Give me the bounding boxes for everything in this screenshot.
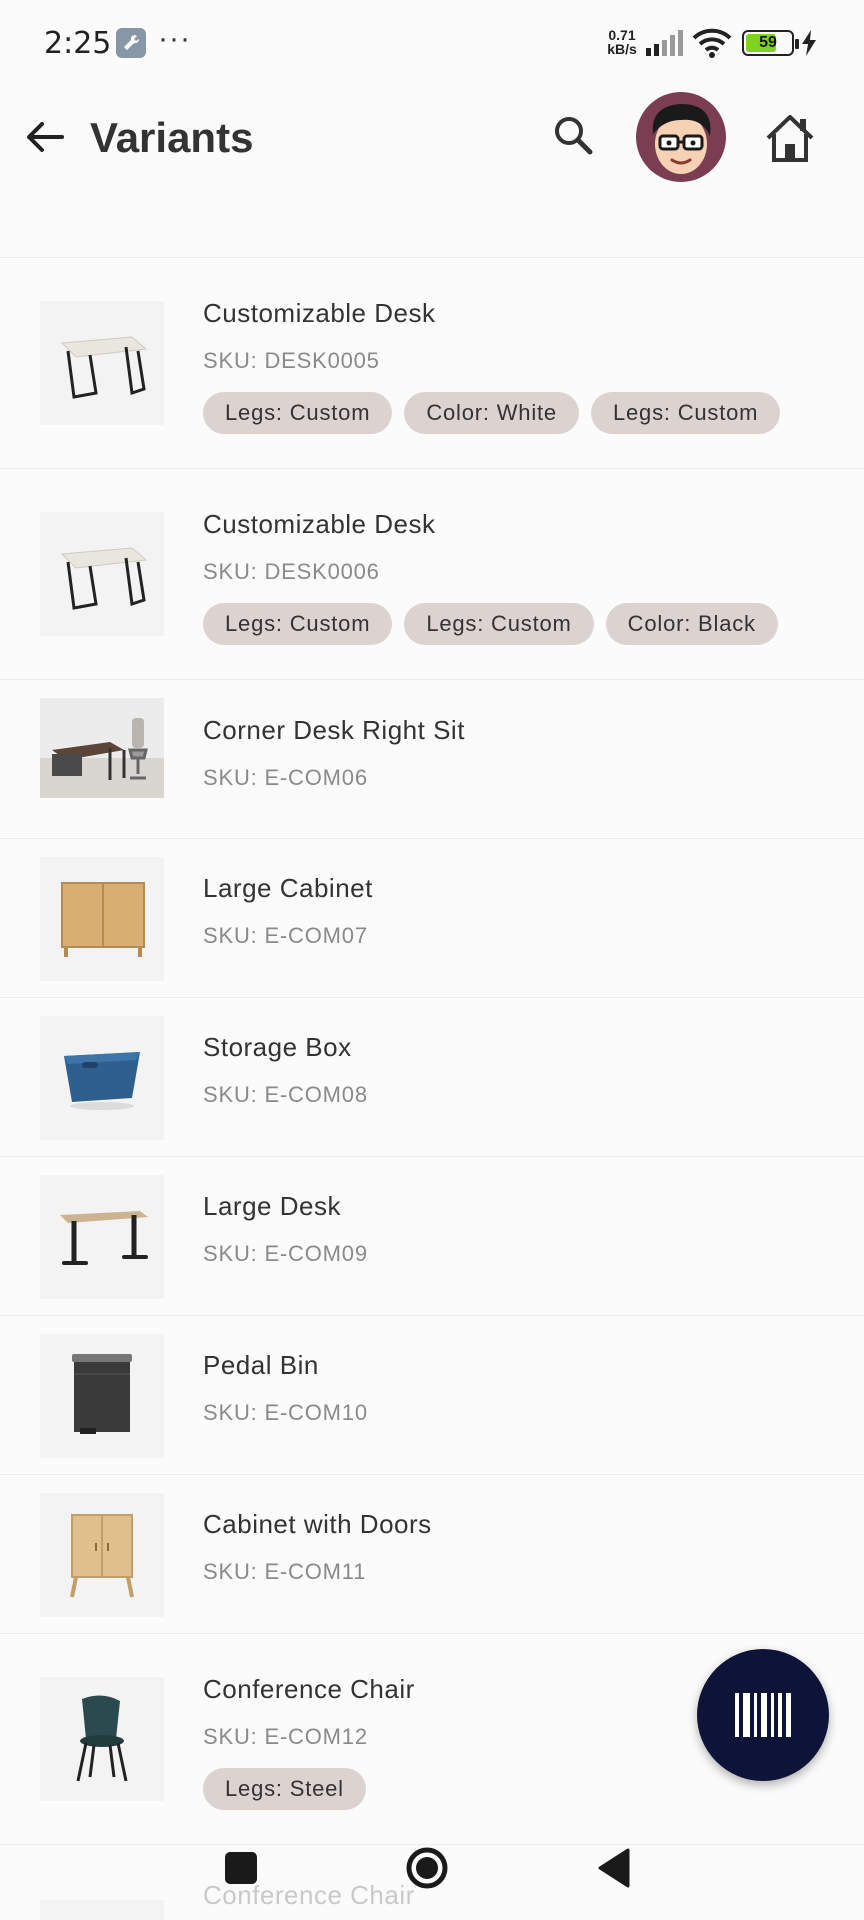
signal-icon — [646, 30, 686, 61]
scan-barcode-button[interactable] — [697, 1649, 829, 1781]
attribute-tag: Legs: Custom — [404, 603, 594, 645]
product-sku: SKU: E-COM11 — [203, 1559, 367, 1584]
wifi-icon — [692, 28, 732, 63]
product-sku: SKU: E-COM07 — [203, 923, 368, 948]
tag-list: Legs: Custom Legs: Custom Color: Black — [203, 603, 813, 645]
standing-desk-icon — [40, 1175, 164, 1299]
charging-icon — [800, 30, 818, 61]
list-item[interactable]: Pedal Bin SKU: E-COM10 — [0, 1316, 864, 1475]
product-name: Cabinet with Doors — [203, 1509, 432, 1539]
battery-nub — [795, 39, 799, 49]
back-button[interactable] — [20, 112, 70, 162]
page: 2:25 ··· 0.71 kB/s 59 Variants Customiza… — [0, 0, 864, 1920]
cabinet-icon — [40, 857, 164, 981]
product-sku: SKU: E-COM10 — [203, 1400, 368, 1425]
desk-white-icon — [40, 512, 164, 636]
avatar[interactable] — [636, 92, 726, 182]
product-sku: SKU: E-COM09 — [203, 1241, 368, 1266]
attribute-tag: Color: White — [404, 392, 579, 434]
arrow-left-icon — [27, 122, 64, 152]
status-time: 2:25 — [44, 26, 112, 61]
product-name: Customizable Desk — [203, 298, 436, 328]
network-speed-unit: kB/s — [607, 41, 637, 57]
product-sku: SKU: E-COM08 — [203, 1082, 368, 1107]
attribute-tag: Legs: Custom — [590, 392, 781, 434]
product-sku: SKU: DESK0006 — [203, 559, 380, 584]
home-button[interactable] — [760, 108, 820, 168]
storage-box-icon — [40, 1016, 164, 1140]
tag-list: Legs: Custom Color: White Legs: Custom — [203, 392, 813, 434]
battery-icon: 59 — [742, 30, 799, 56]
search-button[interactable] — [548, 110, 600, 162]
network-speed-value: 0.71 — [608, 27, 636, 43]
tag-list: Legs: Steel — [203, 1768, 813, 1810]
triangle-back-icon — [598, 1848, 630, 1888]
list-item[interactable]: Cabinet with Doors SKU: E-COM11 — [0, 1475, 864, 1634]
system-home-button[interactable] — [405, 1846, 449, 1890]
network-speed: 0.71 kB/s — [604, 28, 640, 56]
list-item[interactable]: Storage Box SKU: E-COM08 — [0, 998, 864, 1157]
status-bar: 2:25 ··· 0.71 kB/s 59 — [0, 0, 864, 86]
product-name: Large Desk — [203, 1191, 341, 1221]
product-name: Customizable Desk — [203, 509, 436, 539]
attribute-tag: Color: Black — [605, 603, 778, 645]
more-notifications-icon: ··· — [158, 22, 191, 55]
product-name: Pedal Bin — [203, 1350, 319, 1380]
user-avatar-icon — [652, 104, 711, 174]
product-sku: SKU: E-COM12 — [203, 1724, 368, 1749]
product-name: Large Cabinet — [203, 873, 373, 903]
chair-icon — [40, 1677, 164, 1801]
wrench-icon — [116, 28, 146, 58]
product-sku: SKU: DESK0005 — [203, 348, 380, 373]
list-item[interactable]: Customizable Desk SKU: DESK0005 Legs: Cu… — [0, 258, 864, 469]
list-item[interactable]: Corner Desk Right Sit SKU: E-COM06 — [0, 680, 864, 839]
product-name: Conference Chair — [203, 1674, 415, 1704]
list-item[interactable]: Customizable Desk SKU: DESK0006 Legs: Cu… — [0, 469, 864, 680]
system-nav-bar — [0, 1820, 864, 1920]
barcode-icon — [735, 1693, 791, 1737]
product-name: Corner Desk Right Sit — [203, 715, 465, 745]
attribute-tag: Legs: Custom — [203, 603, 393, 645]
attribute-tag: Legs: Custom — [203, 392, 393, 434]
corner-desk-icon — [40, 698, 164, 798]
search-icon — [555, 117, 593, 155]
app-bar: Variants — [0, 86, 864, 206]
list-item[interactable]: Large Desk SKU: E-COM09 — [0, 1157, 864, 1316]
battery-level: 59 — [759, 34, 777, 51]
system-back-button[interactable] — [596, 1848, 632, 1888]
attribute-tag: Legs: Steel — [203, 1768, 366, 1810]
recent-apps-button[interactable] — [225, 1852, 257, 1884]
desk-white-icon — [40, 301, 164, 425]
page-title: Variants — [90, 114, 254, 161]
product-name: Storage Box — [203, 1032, 352, 1062]
product-sku: SKU: E-COM06 — [203, 765, 368, 790]
pedal-bin-icon — [40, 1334, 164, 1458]
list-item[interactable]: Large Cabinet SKU: E-COM07 — [0, 839, 864, 998]
circle-icon — [406, 1847, 448, 1889]
home-icon — [766, 115, 814, 162]
cabinet-doors-icon — [40, 1493, 164, 1617]
